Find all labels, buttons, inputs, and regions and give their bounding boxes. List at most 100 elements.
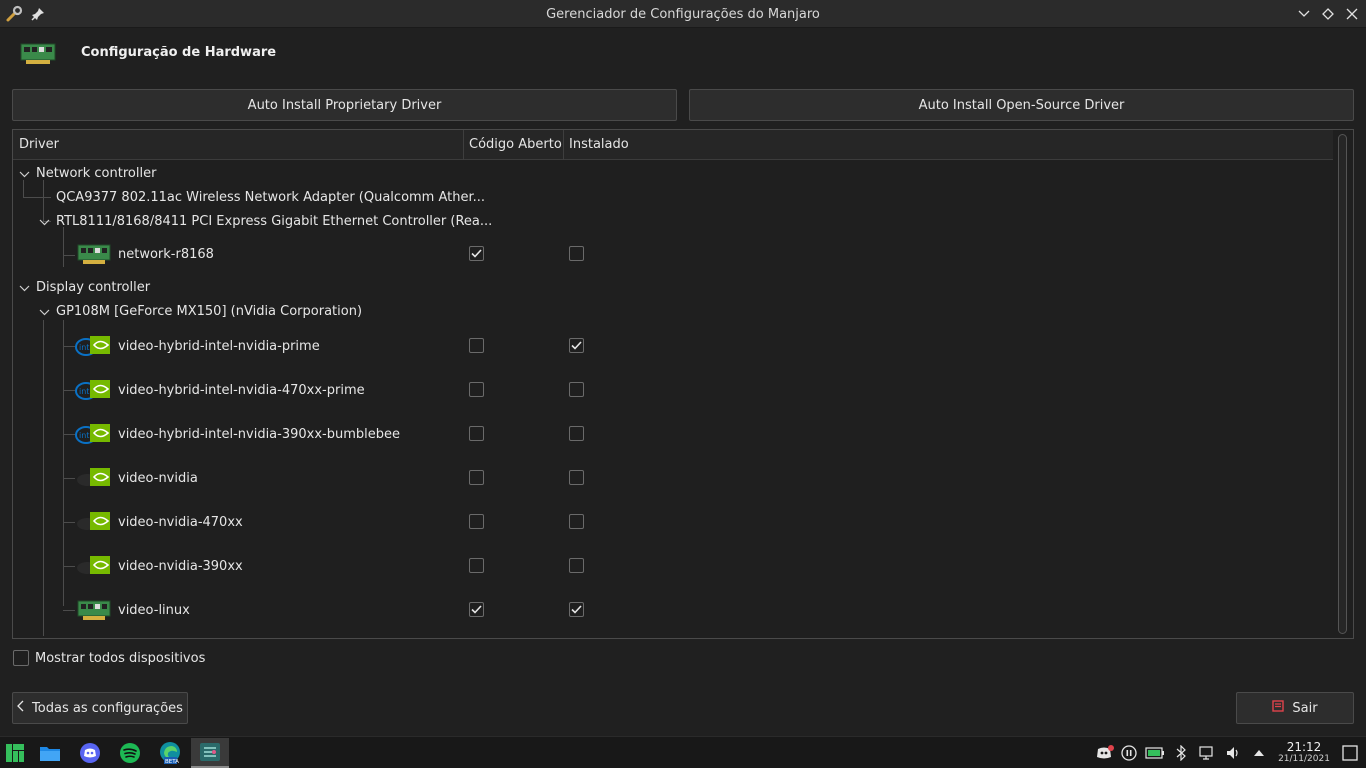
chevron-down-icon[interactable]: [18, 168, 30, 180]
installed-checkbox[interactable]: [569, 602, 584, 617]
open-source-checkbox[interactable]: [469, 514, 484, 529]
page-title: Configuração de Hardware: [81, 45, 277, 60]
driver-row-video-hybrid-intel-nvidia-470xx-prime[interactable]: int video-hybrid-intel-nvidia-470xx-prim…: [13, 372, 1335, 408]
column-open-source[interactable]: Código Aberto: [463, 130, 563, 160]
show-all-devices-checkbox[interactable]: Mostrar todos dispositivos: [13, 650, 205, 666]
all-settings-button[interactable]: Todas as configurações: [12, 692, 188, 724]
chevron-down-icon[interactable]: [38, 216, 50, 228]
edge-badge: BETA: [165, 759, 179, 765]
discord-icon[interactable]: [71, 738, 109, 768]
driver-name: video-nvidia: [118, 471, 198, 486]
open-source-checkbox[interactable]: [469, 558, 484, 573]
scrollbar-thumb[interactable]: [1338, 134, 1347, 634]
driver-name: network-r8168: [118, 247, 214, 262]
category-label: Network controller: [36, 166, 157, 181]
tree-scrollbar[interactable]: [1333, 130, 1353, 638]
tray-expand-icon[interactable]: [1250, 744, 1268, 762]
open-source-checkbox[interactable]: [469, 382, 484, 397]
device-label: GP108M [GeForce MX150] (nVidia Corporati…: [56, 304, 363, 319]
driver-row-video-linux[interactable]: video-linux: [13, 592, 1335, 628]
installed-checkbox[interactable]: [569, 338, 584, 353]
nvidia-icon: [75, 466, 110, 490]
driver-row-video-nvidia-390xx[interactable]: video-nvidia-390xx: [13, 548, 1335, 584]
network-card-icon: [77, 242, 111, 266]
manjaro-menu-icon[interactable]: [0, 738, 30, 768]
tree-item-gp108m[interactable]: GP108M [GeForce MX150] (nVidia Corporati…: [13, 300, 1335, 324]
open-source-checkbox[interactable]: [469, 338, 484, 353]
driver-name: video-linux: [118, 603, 190, 618]
column-installed[interactable]: Instalado: [563, 130, 763, 160]
page-header: Configuração de Hardware: [0, 28, 1366, 80]
tree-item-qca9377[interactable]: QCA9377 802.11ac Wireless Network Adapte…: [13, 186, 1335, 210]
clock-date: 21/11/2021: [1278, 754, 1330, 764]
spotify-icon[interactable]: [111, 738, 149, 768]
clock-time: 21:12: [1286, 740, 1322, 754]
quit-label: Sair: [1292, 700, 1318, 716]
driver-row-video-hybrid-intel-nvidia-prime[interactable]: int video-hybrid-intel-nvidia-prime: [13, 328, 1335, 364]
intel-nvidia-icon: int: [75, 422, 110, 446]
driver-name: video-nvidia-470xx: [118, 515, 243, 530]
nvidia-icon: [75, 554, 110, 578]
open-source-checkbox[interactable]: [469, 246, 484, 261]
show-all-label: Mostrar todos dispositivos: [35, 650, 206, 666]
driver-name: video-hybrid-intel-nvidia-470xx-prime: [118, 383, 365, 398]
close-button[interactable]: [1342, 4, 1362, 24]
network-icon[interactable]: [1198, 744, 1216, 762]
svg-text:int: int: [79, 343, 89, 352]
show-desktop-icon[interactable]: [1341, 744, 1359, 762]
device-label: QCA9377 802.11ac Wireless Network Adapte…: [56, 190, 486, 205]
tree-item-display-controller[interactable]: Display controller: [13, 276, 1335, 300]
edge-beta-icon[interactable]: BETA: [151, 738, 189, 768]
installed-checkbox[interactable]: [569, 426, 584, 441]
auto-install-open-source-button[interactable]: Auto Install Open-Source Driver: [689, 89, 1354, 121]
installed-checkbox[interactable]: [569, 558, 584, 573]
maximize-button[interactable]: [1318, 4, 1338, 24]
hardware-icon: [20, 41, 56, 69]
installed-checkbox[interactable]: [569, 470, 584, 485]
battery-icon[interactable]: [1144, 744, 1166, 762]
driver-tree[interactable]: Driver Código Aberto Instalado Network c…: [12, 129, 1354, 639]
clock[interactable]: 21:12 21/11/2021: [1276, 740, 1332, 765]
window-titlebar: Gerenciador de Configurações do Manjaro: [0, 0, 1366, 28]
nvidia-icon: [75, 510, 110, 534]
checkbox-box[interactable]: [13, 650, 29, 666]
installed-checkbox[interactable]: [569, 514, 584, 529]
svg-text:int: int: [79, 387, 89, 396]
tree-item-rtl8111[interactable]: RTL8111/8168/8411 PCI Express Gigabit Et…: [13, 210, 1335, 234]
chevron-down-icon[interactable]: [18, 282, 30, 294]
window-title: Gerenciador de Configurações do Manjaro: [546, 7, 820, 22]
auto-install-proprietary-button[interactable]: Auto Install Proprietary Driver: [12, 89, 677, 121]
driver-name: video-hybrid-intel-nvidia-390xx-bumblebe…: [118, 427, 400, 442]
taskbar: BETA 21:12 21/11/2021: [0, 736, 1366, 768]
quit-button[interactable]: Sair: [1236, 692, 1354, 724]
bluetooth-icon[interactable]: [1172, 744, 1190, 762]
installed-checkbox[interactable]: [569, 382, 584, 397]
open-source-checkbox[interactable]: [469, 426, 484, 441]
network-card-icon: [77, 598, 111, 622]
minimize-button[interactable]: [1294, 4, 1314, 24]
volume-icon[interactable]: [1224, 744, 1242, 762]
open-source-checkbox[interactable]: [469, 470, 484, 485]
settings-manager-taskbar-icon[interactable]: [191, 738, 229, 768]
driver-row-video-hybrid-intel-nvidia-390xx-bumblebee[interactable]: int video-hybrid-intel-nvidia-390xx-bumb…: [13, 416, 1335, 452]
svg-text:int: int: [79, 431, 89, 440]
device-label: RTL8111/8168/8411 PCI Express Gigabit Et…: [56, 214, 493, 229]
tree-item-network-controller[interactable]: Network controller: [13, 162, 1335, 186]
driver-row-video-nvidia[interactable]: video-nvidia: [13, 460, 1335, 496]
driver-row-network-r8168[interactable]: network-r8168: [13, 236, 1335, 272]
column-driver[interactable]: Driver: [13, 130, 463, 160]
discord-tray-icon[interactable]: [1094, 744, 1116, 762]
driver-row-video-nvidia-470xx[interactable]: video-nvidia-470xx: [13, 504, 1335, 540]
intel-nvidia-icon: int: [75, 378, 110, 402]
chevron-down-icon[interactable]: [38, 306, 50, 318]
quit-icon: [1272, 700, 1285, 716]
open-source-checkbox[interactable]: [469, 602, 484, 617]
file-manager-icon[interactable]: [31, 738, 69, 768]
intel-nvidia-icon: int: [75, 334, 110, 358]
all-settings-label: Todas as configurações: [32, 700, 183, 716]
installed-checkbox[interactable]: [569, 246, 584, 261]
category-label: Display controller: [36, 280, 151, 295]
tree-header: Driver Código Aberto Instalado: [13, 130, 1335, 160]
chevron-left-icon: [17, 700, 24, 716]
media-pause-icon[interactable]: [1120, 744, 1138, 762]
